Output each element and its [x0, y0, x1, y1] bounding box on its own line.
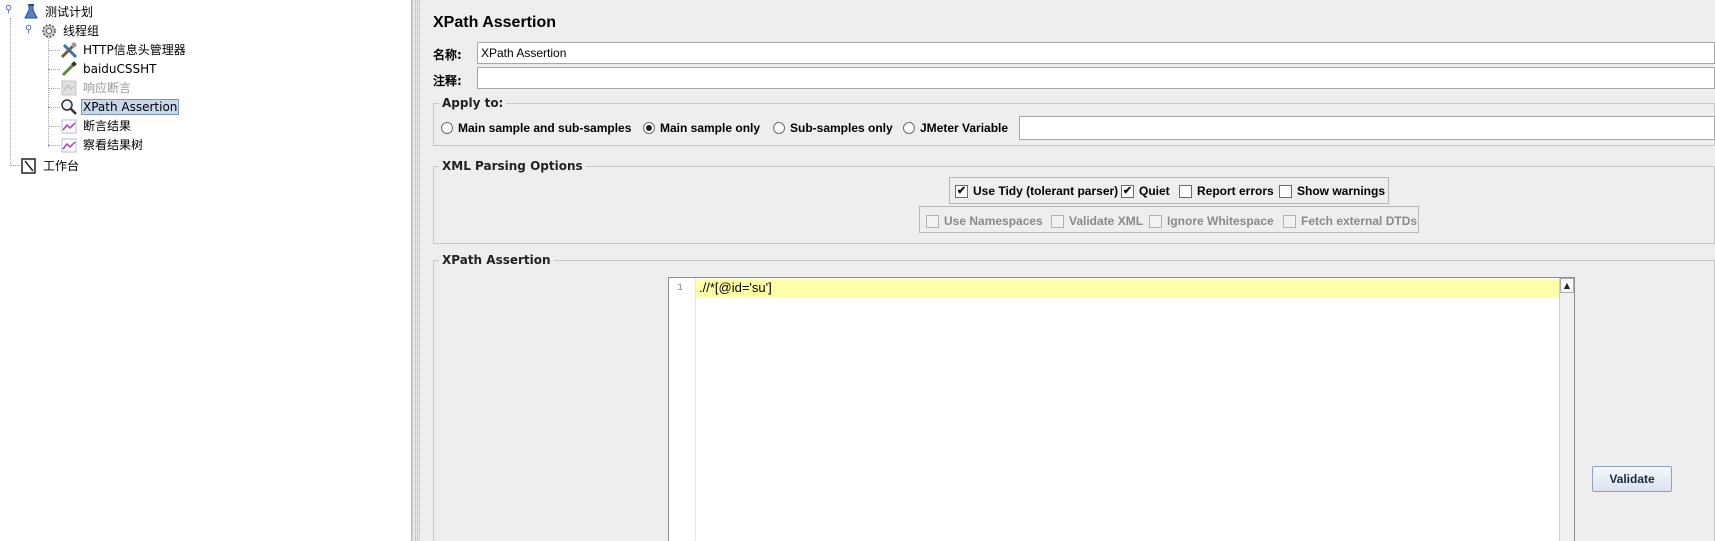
radio-label: JMeter Variable — [920, 121, 1009, 135]
tree-connector — [48, 88, 60, 89]
radio-button-icon — [903, 122, 915, 134]
collapse-toggle-icon[interactable]: ⚲ — [5, 4, 12, 15]
gear-icon — [40, 22, 58, 40]
tree-node-label: HTTP信息头管理器 — [83, 43, 186, 57]
checkbox-report-errors[interactable]: Report errors — [1179, 184, 1274, 198]
line-number-gutter: 1 — [669, 278, 696, 541]
xpath-assertion-title: XPath Assertion — [439, 253, 554, 267]
scroll-up-arrow-icon[interactable]: ▲ — [1560, 278, 1574, 293]
flask-icon — [22, 3, 40, 21]
radio-button-checked-icon — [643, 122, 655, 134]
radio-jmeter-variable[interactable]: JMeter Variable — [903, 121, 1008, 135]
tree-node-test-plan[interactable]: 测试计划 — [22, 2, 95, 21]
tree-node-label: XPath Assertion — [81, 98, 180, 115]
tree-connector — [48, 38, 49, 147]
xpath-editor[interactable]: 1 .//*[@id='su'] ▲ — [668, 277, 1575, 541]
checkbox-label: Quiet — [1139, 184, 1170, 198]
radio-sub-samples-only[interactable]: Sub-samples only — [773, 121, 893, 135]
radio-label: Sub-samples only — [790, 121, 893, 135]
tree-connector — [10, 165, 20, 166]
radio-main-sample-only[interactable]: Main sample only — [643, 121, 760, 135]
comment-input[interactable] — [477, 67, 1715, 89]
chart-line-icon — [60, 136, 78, 154]
validate-button[interactable]: Validate — [1592, 466, 1672, 492]
checkbox-show-warnings[interactable]: Show warnings — [1279, 184, 1385, 198]
tree-node-label: 响应断言 — [83, 81, 132, 95]
checkbox-label: Fetch external DTDs — [1301, 214, 1418, 228]
apply-to-title: Apply to: — [439, 96, 507, 110]
checkbox-ignore-whitespace[interactable]: Ignore Whitespace — [1149, 214, 1274, 228]
tree-connector — [48, 69, 60, 70]
name-label: 名称: — [433, 48, 462, 62]
checkbox-label: Ignore Whitespace — [1167, 214, 1274, 228]
xml-parsing-options-title: XML Parsing Options — [439, 159, 586, 173]
name-input[interactable] — [477, 42, 1715, 64]
checkbox-label: Show warnings — [1297, 184, 1386, 198]
workbench-icon — [20, 157, 38, 175]
tree-node-label: 测试计划 — [45, 5, 94, 19]
radio-label: Main sample and sub-samples — [458, 121, 632, 135]
page-title: XPath Assertion — [433, 14, 556, 31]
checkbox-label: Use Tidy (tolerant parser) — [973, 184, 1119, 198]
splitter-grip — [415, 0, 418, 541]
radio-button-icon — [441, 122, 453, 134]
tree-connector — [48, 107, 60, 108]
tree-node-xpath-assertion[interactable]: XPath Assertion — [60, 97, 180, 116]
checkbox-icon — [1179, 184, 1192, 198]
checkbox-checked-icon: ✔ — [955, 184, 968, 198]
comment-label: 注释: — [433, 74, 462, 88]
checkbox-icon — [926, 214, 939, 228]
radio-main-and-sub-samples[interactable]: Main sample and sub-samples — [441, 121, 631, 135]
assertion-disabled-icon — [60, 79, 78, 97]
checkbox-checked-icon: ✔ — [1121, 184, 1134, 198]
tree-connector — [48, 145, 60, 146]
checkbox-validate-xml[interactable]: Validate XML — [1051, 214, 1143, 228]
chart-line-icon — [60, 117, 78, 135]
split-pane-divider[interactable] — [412, 0, 420, 541]
tree-connector — [48, 126, 60, 127]
checkbox-icon — [1283, 214, 1296, 228]
tree-connector — [48, 50, 60, 51]
checkbox-label: Use Namespaces — [944, 214, 1043, 228]
tree-node-header-manager[interactable]: HTTP信息头管理器 — [60, 40, 188, 59]
collapse-toggle-icon[interactable]: ⚲ — [25, 24, 32, 35]
tree-node-label: 察看结果树 — [83, 138, 144, 152]
tree-node-thread-group[interactable]: 线程组 — [40, 21, 101, 40]
magnifier-icon — [60, 98, 78, 116]
tree-node-baidu-sampler[interactable]: baiduCSSHT — [60, 59, 159, 78]
checkbox-fetch-external-dtds[interactable]: Fetch external DTDs — [1283, 214, 1417, 228]
tree-node-workbench[interactable]: 工作台 — [20, 156, 81, 175]
tree-node-assertion-results[interactable]: 断言结果 — [60, 116, 133, 135]
checkbox-icon — [1279, 184, 1292, 198]
checkbox-label: Validate XML — [1069, 214, 1144, 228]
checkbox-icon — [1051, 214, 1064, 228]
jmeter-variable-input[interactable] — [1019, 116, 1715, 140]
tree-node-view-results-tree[interactable]: 察看结果树 — [60, 135, 145, 154]
checkbox-quiet[interactable]: ✔ Quiet — [1121, 184, 1170, 198]
tree-connector — [10, 18, 11, 166]
tree-node-label: 工作台 — [43, 159, 80, 173]
pipette-icon — [60, 60, 78, 78]
checkbox-icon — [1149, 214, 1162, 228]
current-line-highlight — [696, 279, 1559, 297]
radio-button-icon — [773, 122, 785, 134]
tree-node-label: baiduCSSHT — [83, 61, 157, 76]
test-plan-tree[interactable]: ⚲ 测试计划 ⚲ 线程组 HTTP信息头管理器 baiduCSSHT 响应断言 — [0, 0, 412, 541]
line-number: 1 — [676, 283, 683, 294]
xpath-expression[interactable]: .//*[@id='su'] — [699, 280, 772, 295]
tree-node-label: 线程组 — [63, 24, 100, 38]
checkbox-use-tidy[interactable]: ✔ Use Tidy (tolerant parser) — [955, 184, 1118, 198]
vertical-scrollbar[interactable]: ▲ — [1559, 278, 1574, 541]
checkbox-label: Report errors — [1197, 184, 1274, 198]
radio-label: Main sample only — [660, 121, 761, 135]
tools-icon — [60, 41, 78, 59]
checkbox-use-namespaces[interactable]: Use Namespaces — [926, 214, 1043, 228]
tree-node-label: 断言结果 — [83, 119, 132, 133]
tree-node-response-assertion[interactable]: 响应断言 — [60, 78, 133, 97]
